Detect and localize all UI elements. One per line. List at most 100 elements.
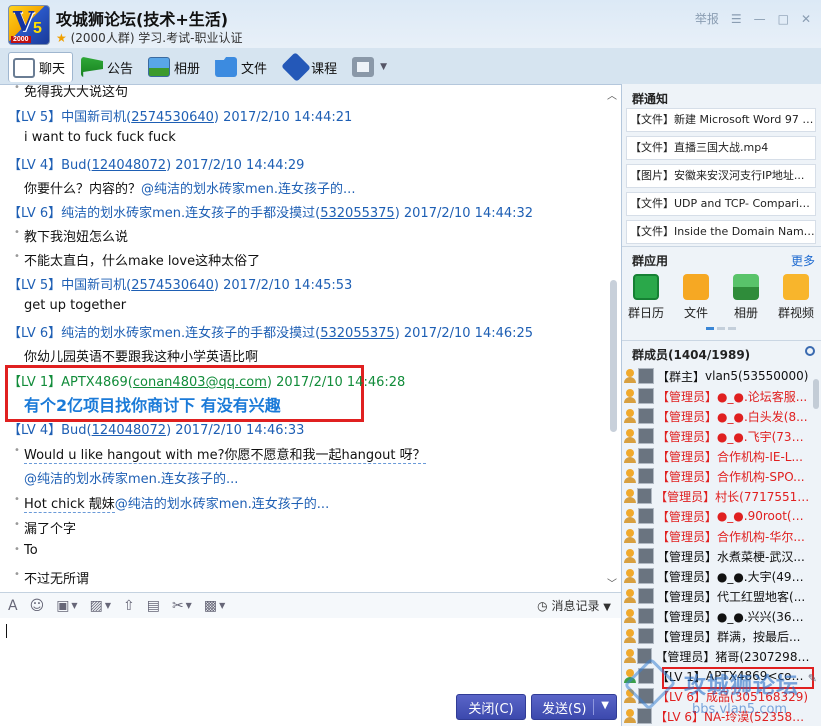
member-name: NA-玲漠(5235820... [704,709,810,724]
member-name: ●_●.飞宇(734... [716,429,810,444]
chevron-down-icon: ▼ [380,62,387,72]
sender-name[interactable]: Bud( [61,423,91,438]
avatar [638,448,654,464]
message-input[interactable] [0,618,621,692]
notice-item[interactable]: 【文件】直播三国大战.mp4 [626,136,816,160]
member-item[interactable]: 【管理员】 ●_●.白头发(8... [624,406,810,426]
sender-id-link[interactable]: conan4803@qq.com [133,375,267,390]
member-item[interactable]: 【管理员】 ●_●.兴兴(365... [624,606,810,626]
font-icon[interactable]: A [8,598,18,614]
message-text: 不能太直白，什么make love这种太俗了 [14,250,260,269]
send-divider [593,699,594,715]
member-item[interactable]: 【管理员】 村长(771755154) [624,486,810,506]
app-files[interactable]: 文件 [672,274,720,321]
notice-item[interactable]: 【图片】安徽来安汊河支行IP地址... [626,164,816,188]
person-icon [624,569,636,583]
tab-album[interactable]: 相册 [144,52,207,82]
app-pager[interactable] [706,327,736,330]
member-name: 合作机构-华尔... [717,529,805,544]
gift-icon[interactable]: ▣ ▼ [56,598,77,614]
member-item[interactable]: 【LV 6】 NA-玲漠(5235820... [624,706,810,726]
tab-notice[interactable]: 公告 [77,52,140,82]
member-role: 【LV 6】 [655,709,705,724]
sender-id-link[interactable]: 532055375 [320,326,394,341]
person-icon [624,389,636,403]
search-icon[interactable] [805,346,815,356]
avatar [638,408,654,424]
scissors-icon[interactable]: ✂ ▼ [172,598,192,614]
member-item[interactable]: 【管理员】 合作机构-IE-L... [624,446,810,466]
notice-item[interactable]: 【文件】UDP and TCP- Comparison o... [626,192,816,216]
mention-link[interactable]: @纯洁的划水砖家men.连女孩子的... [115,497,329,512]
message-time: ) 2017/2/10 14:44:21 [213,110,353,125]
send-button[interactable]: 发送(S) ▼ [531,694,617,720]
notice-item[interactable]: 【文件】新建 Microsoft Word 97 - 2... [626,108,816,132]
member-item[interactable]: 【管理员】 合作机构-华尔... [624,526,810,546]
message-text: To [14,543,37,558]
more-tools-icon[interactable]: ▩ ▼ [204,598,225,614]
close-icon[interactable]: ✕ [801,12,811,26]
sender-id-link[interactable]: 2574530640 [131,278,214,293]
member-scrollbar[interactable] [813,379,819,409]
mention-link[interactable]: @纯洁的划水砖家men.连女孩子的... [24,468,238,487]
member-item[interactable]: 【管理员】 ●_●.飞宇(734... [624,426,810,446]
person-icon [624,689,636,703]
mention-link[interactable]: @纯洁的划水砖家men.连女孩子的... [141,182,355,197]
gear-icon [352,57,375,77]
member-item[interactable]: 【管理员】 ●_●.90root(5... [624,506,810,526]
sender-id-link[interactable]: 532055375 [320,206,394,221]
sender-name[interactable]: APTX4869( [61,375,133,390]
sender-name[interactable]: 纯洁的划水砖家men.连女孩子的手都没摸过( [61,206,320,221]
chat-bubble-icon [13,57,35,78]
app-calendar[interactable]: 群日历 [622,274,670,321]
minimize-icon[interactable]: — [754,12,766,26]
scroll-up-icon[interactable]: ︿ [607,87,617,102]
member-item[interactable]: 【管理员】 猪哥(23072984... [624,646,810,666]
upload-icon[interactable]: ⇧ [123,598,135,614]
emoji-icon[interactable]: ☺ [30,598,45,614]
message-header: 【LV 4】Bud(124048072) 2017/2/10 14:46:33 [8,419,304,438]
package-icon[interactable]: ▤ [147,598,160,614]
sender-name[interactable]: Bud( [61,158,91,173]
tab-files[interactable]: 文件 [211,52,274,82]
app-video[interactable]: 群视频 [772,274,820,321]
send-options-chevron-icon[interactable]: ▼ [601,700,609,711]
image-icon[interactable]: ▨ ▼ [90,598,111,614]
app-album[interactable]: 相册 [722,274,770,321]
person-icon [624,429,636,443]
edit-icon[interactable]: ✎ [808,672,817,685]
member-item[interactable]: 【LV 6】 成品(305168329) [624,686,810,706]
member-item[interactable]: 【管理员】 代工红盟地客(... [624,586,810,606]
close-button[interactable]: 关闭(C) [456,694,526,720]
member-item[interactable]: 【管理员】 ●_●.论坛客服... [624,386,810,406]
group-logo[interactable]: V 5 2000 [8,5,50,45]
tab-chat[interactable]: 聊天 [8,52,74,82]
member-item[interactable]: 【群主】 vlan5(53550000) [624,366,810,386]
member-item[interactable]: 【管理员】 ●_●.大宇(493... [624,566,810,586]
sender-name[interactable]: 中国新司机( [61,110,131,125]
menu-icon[interactable]: ☰ [731,12,742,26]
message-text: Hot chick 靓妹@纯洁的划水砖家men.连女孩子的... [14,493,329,513]
message-history-button[interactable]: ◷ 消息记录 ▼ [537,597,611,614]
sender-id-link[interactable]: 2574530640 [131,110,214,125]
member-role: 【管理员】 [657,589,718,604]
chat-history[interactable]: 免得我大大说这句 【LV 5】中国新司机(2574530640) 2017/2/… [0,84,621,592]
maximize-icon[interactable]: □ [778,12,789,26]
avatar [638,468,654,484]
member-item[interactable]: 【管理员】 群满，按最后... [624,626,810,646]
member-item[interactable]: 【管理员】 合作机构-SPO... [624,466,810,486]
sender-name[interactable]: 纯洁的划水砖家men.连女孩子的手都没摸过( [61,326,320,341]
member-item[interactable]: 【管理员】 水煮菜梗-武汉... [624,546,810,566]
scroll-down-icon[interactable]: ﹀ [607,575,617,590]
notice-item[interactable]: 【文件】Inside the Domain Name Sy... [626,220,816,244]
report-button[interactable]: 举报 [695,10,719,27]
more-link[interactable]: 更多 [791,252,815,269]
sender-name[interactable]: 中国新司机( [61,278,131,293]
chat-scrollbar[interactable] [610,280,617,432]
settings-button[interactable]: ▼ [348,52,394,82]
sender-id-link[interactable]: 124048072 [92,158,166,173]
message-text: get up together [24,298,127,313]
tab-course[interactable]: 课程 [278,52,344,82]
person-icon [624,589,636,603]
sender-id-link[interactable]: 124048072 [92,423,166,438]
